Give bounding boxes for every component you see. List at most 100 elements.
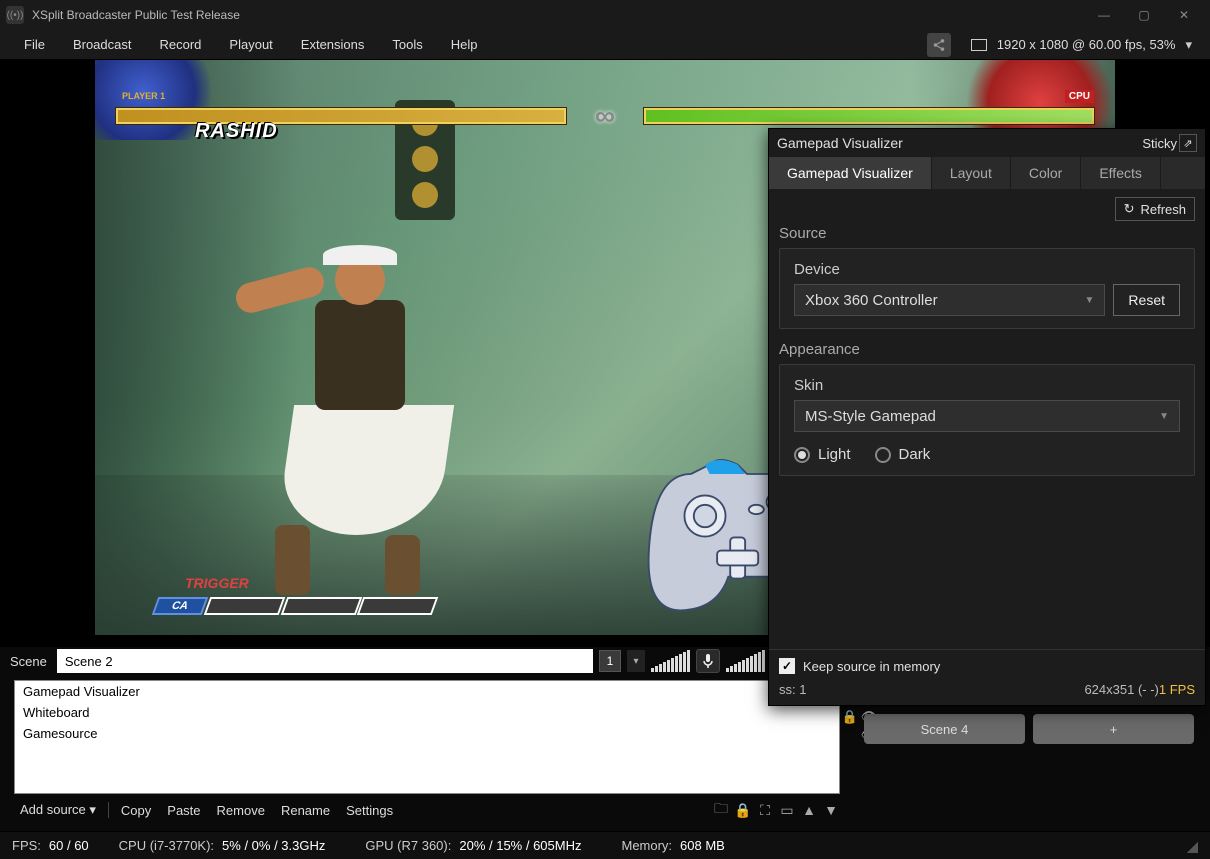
panel-tabs: Gamepad Visualizer Layout Color Effects <box>769 157 1205 189</box>
skin-value: MS-Style Gamepad <box>805 408 936 425</box>
memory-value: 608 MB <box>680 838 725 853</box>
cpu-label: CPU (i7-3770K): <box>119 838 214 853</box>
sources-toolbar: Add source ▾ Copy Paste Remove Rename Se… <box>14 798 840 822</box>
info-fps: 1 FPS <box>1159 682 1195 697</box>
radio-icon <box>875 447 891 463</box>
menu-tools[interactable]: Tools <box>378 31 436 58</box>
panel-footer: ✓ Keep source in memory <box>769 649 1205 678</box>
menu-record[interactable]: Record <box>146 31 216 58</box>
menu-broadcast[interactable]: Broadcast <box>59 31 146 58</box>
add-source-button[interactable]: Add source ▾ <box>14 800 102 820</box>
cpu-value: 5% / 0% / 3.3GHz <box>222 838 325 853</box>
gpu-value: 20% / 15% / 605MHz <box>459 838 581 853</box>
character-name: RASHID <box>195 120 278 143</box>
close-button[interactable]: ✕ <box>1164 0 1204 30</box>
remove-button[interactable]: Remove <box>211 801 271 820</box>
panel-info-bar: ss: 1 624x351 (- -) 1 FPS <box>769 678 1205 705</box>
menu-playout[interactable]: Playout <box>215 31 286 58</box>
keep-memory-label: Keep source in memory <box>803 659 940 674</box>
resolution-dropdown[interactable]: 1920 x 1080 @ 60.00 fps, 53% ▾ <box>971 37 1200 53</box>
tab-color[interactable]: Color <box>1011 157 1081 189</box>
tab-visualizer[interactable]: Gamepad Visualizer <box>769 157 932 189</box>
maximize-button[interactable]: ▢ <box>1124 0 1164 30</box>
frame-icon[interactable]: ▭ <box>778 801 796 819</box>
chevron-down-icon: ▾ <box>1185 37 1192 53</box>
app-logo-icon: ((•)) <box>6 6 24 24</box>
memory-label: Memory: <box>621 838 672 853</box>
chevron-down-icon: ▼ <box>1085 295 1095 306</box>
device-value: Xbox 360 Controller <box>805 292 938 309</box>
add-scene-button[interactable]: + <box>1033 714 1194 744</box>
refresh-button[interactable]: ↻ Refresh <box>1115 197 1195 221</box>
window-title: XSplit Broadcaster Public Test Release <box>32 8 240 22</box>
sources-panel[interactable]: Gamepad Visualizer Whiteboard Gamesource <box>14 680 840 794</box>
appearance-box: Skin MS-Style Gamepad ▼ Light Dark <box>779 364 1195 476</box>
tab-effects[interactable]: Effects <box>1081 157 1161 189</box>
mic-volume-meter[interactable] <box>726 650 765 672</box>
lock-icon[interactable]: 🔒 <box>842 709 858 725</box>
radio-icon <box>794 447 810 463</box>
cpu-tag: CPU <box>1065 90 1094 103</box>
monitor-icon <box>971 39 987 51</box>
source-box: Device Xbox 360 Controller ▼ Reset <box>779 248 1195 329</box>
skin-select[interactable]: MS-Style Gamepad ▼ <box>794 400 1180 432</box>
lock-all-icon[interactable]: 🔒 <box>734 801 752 819</box>
scene-name-input[interactable] <box>57 649 593 673</box>
ca-label: CA <box>152 597 209 615</box>
copy-button[interactable]: Copy <box>115 801 157 820</box>
share-icon[interactable] <box>927 33 951 57</box>
fighter-sprite <box>215 235 475 595</box>
source-item[interactable]: Gamesource <box>15 723 839 744</box>
theme-dark-radio[interactable]: Dark <box>875 446 931 463</box>
settings-button[interactable]: Settings <box>340 801 399 820</box>
source-section-title: Source <box>779 225 1195 242</box>
appearance-section-title: Appearance <box>779 341 1195 358</box>
panel-header[interactable]: Gamepad Visualizer Sticky ⇗ <box>769 129 1205 157</box>
microphone-icon[interactable] <box>696 649 720 673</box>
titlebar: ((•)) XSplit Broadcaster Public Test Rel… <box>0 0 1210 30</box>
menu-extensions[interactable]: Extensions <box>287 31 379 58</box>
chevron-down-icon: ▼ <box>1159 411 1169 422</box>
speaker-volume-meter[interactable] <box>651 650 690 672</box>
info-ss: ss: 1 <box>779 682 806 697</box>
gpu-label: GPU (R7 360): <box>365 838 451 853</box>
scene-number-box[interactable]: 1 <box>599 650 621 672</box>
panel-title: Gamepad Visualizer <box>777 135 903 151</box>
info-dimensions: 624x351 (- -) <box>1084 682 1158 697</box>
fps-label: FPS: <box>12 838 41 853</box>
timer-infinity: ∞ <box>575 101 635 131</box>
healthbar-cpu: CPU <box>643 107 1095 125</box>
expand-icon[interactable]: ⛶ <box>756 801 774 819</box>
paste-button[interactable]: Paste <box>161 801 206 820</box>
scene-label: Scene <box>10 654 47 669</box>
menubar: File Broadcast Record Playout Extensions… <box>0 30 1210 60</box>
move-down-icon[interactable]: ▼ <box>822 801 840 819</box>
pin-icon[interactable]: ⇗ <box>1179 134 1197 152</box>
keep-memory-checkbox[interactable]: ✓ <box>779 658 795 674</box>
ca-meter: TRIGGER CA <box>155 575 435 615</box>
device-label: Device <box>794 261 1180 278</box>
scene-button-4[interactable]: Scene 4 <box>864 714 1025 744</box>
player1-tag: PLAYER 1 <box>116 90 171 102</box>
sticky-label: Sticky <box>1142 136 1177 151</box>
scene-switcher: Scene 4 + <box>864 700 1194 744</box>
minimize-button[interactable]: — <box>1084 0 1124 30</box>
trigger-label: TRIGGER <box>185 575 249 591</box>
folder-icon[interactable]: 🗀 <box>712 801 730 819</box>
source-item[interactable]: Whiteboard <box>15 702 839 723</box>
device-select[interactable]: Xbox 360 Controller ▼ <box>794 284 1105 316</box>
tab-layout[interactable]: Layout <box>932 157 1011 189</box>
gamepad-visualizer-panel: Gamepad Visualizer Sticky ⇗ Gamepad Visu… <box>768 128 1206 706</box>
theme-light-radio[interactable]: Light <box>794 446 851 463</box>
rename-button[interactable]: Rename <box>275 801 336 820</box>
fps-value: 60 / 60 <box>49 838 89 853</box>
scene-number-dropdown[interactable]: ▾ <box>627 650 645 672</box>
reset-button[interactable]: Reset <box>1113 284 1180 316</box>
menu-help[interactable]: Help <box>437 31 492 58</box>
resolution-text: 1920 x 1080 @ 60.00 fps, 53% <box>997 37 1176 52</box>
resize-grip-icon[interactable] <box>1184 839 1198 853</box>
menu-file[interactable]: File <box>10 31 59 58</box>
statusbar: FPS: 60 / 60 CPU (i7-3770K): 5% / 0% / 3… <box>0 831 1210 859</box>
source-item[interactable]: Gamepad Visualizer <box>15 681 839 702</box>
move-up-icon[interactable]: ▲ <box>800 801 818 819</box>
